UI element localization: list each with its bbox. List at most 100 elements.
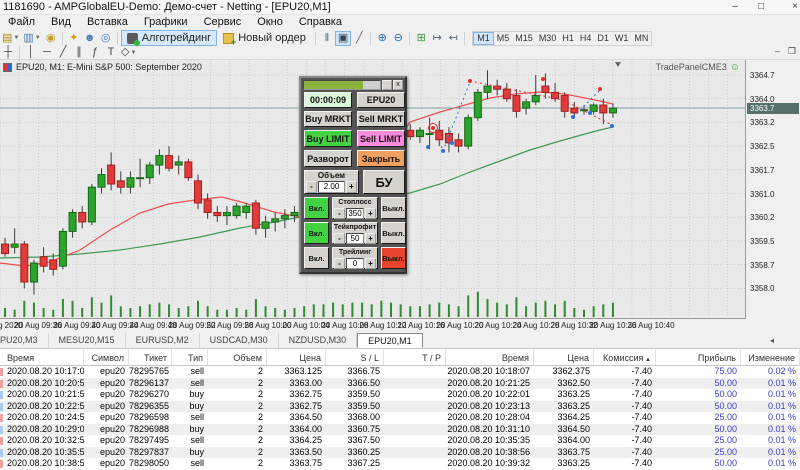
column-header[interactable]: Время	[0, 349, 84, 365]
takeprofit-plus-button[interactable]: +	[365, 233, 376, 244]
column-header[interactable]: Объем	[208, 349, 267, 365]
chart-restore-button[interactable]: ❐	[788, 46, 796, 57]
chart-tab-epu20-m1[interactable]: EPU20,M1	[357, 333, 423, 348]
bar-chart-icon[interactable]: ‖	[319, 31, 335, 46]
column-header[interactable]: Изменение	[741, 349, 800, 365]
time-axis[interactable]: 20 Aug 202020 Aug 09:3620 Aug 09:4020 Au…	[0, 320, 745, 333]
trade-row[interactable]: 2020.08.20 10:32:55 epu20 78297495 sell 2 336…	[0, 435, 800, 447]
trade-row[interactable]: 2020.08.20 10:17:01 epu20 78295765 sell 2 336…	[0, 366, 800, 378]
chart-tab-nzdusd-m30[interactable]: NZDUSD,M30	[279, 333, 358, 348]
menu-item[interactable]: Справка	[291, 15, 350, 30]
algo-trading-button[interactable]: Алготрейдинг	[120, 30, 218, 46]
trade-row[interactable]: 2020.08.20 10:38:59 epu20 78298050 sell 2 336…	[0, 458, 800, 470]
timeframe-button-m15[interactable]: M15	[512, 32, 536, 45]
deposit-icon[interactable]: ✦	[66, 31, 82, 46]
stoploss-plus-button[interactable]: +	[365, 208, 376, 219]
takeprofit-input[interactable]: 50	[346, 233, 364, 244]
zoom-in-icon[interactable]: ⊕	[374, 31, 390, 46]
minimize-button[interactable]: –	[722, 0, 748, 14]
chart-tab-usdcad-m30[interactable]: USDCAD,M30	[200, 333, 279, 348]
signals-icon[interactable]: ◎	[98, 31, 114, 46]
panel-close-button[interactable]: x	[393, 80, 403, 90]
column-header[interactable]: Цена	[534, 349, 594, 365]
trendline-icon[interactable]: ╱	[55, 45, 71, 60]
breakeven-button[interactable]: БУ	[363, 170, 405, 194]
panel-collapse-button[interactable]	[382, 80, 392, 90]
trailing-input[interactable]: 0	[346, 258, 364, 269]
volume-plus-button[interactable]: +	[346, 181, 357, 193]
close-position-button[interactable]: Закрыть	[357, 150, 405, 167]
trade-row[interactable]: 2020.08.20 10:29:00 epu20 78296988 buy 2 3364…	[0, 423, 800, 436]
menu-item[interactable]: Вид	[43, 15, 79, 30]
trade-row[interactable]: 2020.08.20 10:22:59 epu20 78296355 buy 2 3362…	[0, 400, 800, 413]
fibonacci-icon[interactable]: ƒ	[87, 45, 103, 60]
trade-row[interactable]: 2020.08.20 10:21:59 epu20 78296270 buy 2 3362…	[0, 389, 800, 401]
community-icon[interactable]: ☻	[82, 31, 98, 46]
trailing-off-button[interactable]: Выкл.	[381, 247, 406, 269]
stoploss-on-button[interactable]: Вкл.	[304, 197, 329, 219]
takeprofit-on-button[interactable]: Вкл.	[304, 222, 329, 244]
sell-limit-button[interactable]: Sell LIMIT	[357, 130, 405, 147]
text-icon[interactable]: T	[103, 45, 119, 60]
horizontal-line-icon[interactable]: ─	[39, 45, 55, 60]
maximize-button[interactable]: □	[748, 0, 774, 14]
equidistant-channel-icon[interactable]: ∥	[71, 45, 87, 60]
trade-panel[interactable]: x 00:00:09 EPU20 Buy MRKT Sell MRKT Buy …	[299, 76, 407, 274]
cursor-crosshair-icon[interactable]: ┼	[0, 45, 16, 60]
buy-limit-button[interactable]: Buy LIMIT	[304, 130, 352, 147]
volume-minus-button[interactable]: -	[306, 181, 317, 193]
symbol-button[interactable]: EPU20	[357, 92, 405, 108]
timeframe-button-m30[interactable]: M30	[536, 32, 560, 45]
new-order-button[interactable]: Новый ордер	[217, 30, 312, 47]
trailing-on-button[interactable]: Вкл.	[304, 247, 329, 269]
candle-chart-icon[interactable]: ▣	[334, 30, 352, 46]
chart-tab-epu20-m3[interactable]: EPU20,M3	[0, 333, 49, 348]
menu-item[interactable]: Окно	[249, 15, 291, 30]
ea-smiley-icon[interactable]: ☺	[730, 62, 740, 72]
timeframe-button-m5[interactable]: M5	[494, 32, 513, 45]
chart-minimize-button[interactable]: –	[775, 46, 780, 57]
timeframe-button-m1[interactable]: M1	[473, 31, 494, 45]
vertical-line-icon[interactable]: │	[23, 45, 39, 60]
trade-row[interactable]: 2020.08.20 10:20:59 epu20 78296137 sell 2 336…	[0, 377, 800, 390]
column-header[interactable]: Комиссия ▲	[594, 349, 656, 365]
column-header[interactable]: S / L	[326, 349, 384, 365]
market-watch-icon[interactable]: ◉	[43, 31, 59, 46]
column-header[interactable]: Тип	[172, 349, 208, 365]
auto-scroll-icon[interactable]: ↦	[429, 31, 445, 46]
tile-windows-icon[interactable]: ⊞	[413, 31, 429, 46]
trailing-minus-button[interactable]: -	[334, 258, 345, 269]
zoom-out-icon[interactable]: ⊖	[390, 31, 406, 46]
timeframe-button-w1[interactable]: W1	[612, 32, 632, 45]
chart-shift-icon[interactable]: ↤	[445, 31, 461, 46]
trade-panel-titlebar[interactable]: x	[303, 80, 403, 90]
shapes-icon[interactable]: ◇ ▼	[119, 45, 138, 60]
close-button[interactable]: ×	[782, 0, 800, 14]
buy-market-button[interactable]: Buy MRKT	[304, 111, 352, 127]
reverse-button[interactable]: Разворот	[304, 150, 352, 167]
takeprofit-off-button[interactable]: Выкл.	[381, 222, 406, 244]
price-axis[interactable]: 3364.7 3364.0 3363.2 3362.5 3361.7 3361.0 3360…	[745, 60, 800, 319]
chart-tab-mesu20-m15[interactable]: MESU20,M15	[49, 333, 126, 348]
trade-row[interactable]: 2020.08.20 10:24:59 epu20 78296598 sell 2 336…	[0, 412, 800, 424]
column-header[interactable]: Тикет	[129, 349, 172, 365]
stoploss-off-button[interactable]: Выкл.	[381, 197, 406, 219]
column-header[interactable]: Цена	[267, 349, 326, 365]
column-header[interactable]: Символ	[84, 349, 129, 365]
new-chart-icon[interactable]: ▤ ▼	[0, 31, 21, 46]
chart-tab-eurusd-m2[interactable]: EURUSD,M2	[126, 333, 200, 348]
timeframe-button-d1[interactable]: D1	[594, 32, 612, 45]
menu-item[interactable]: Графики	[136, 15, 196, 30]
menu-item[interactable]: Файл	[0, 15, 43, 30]
timeframe-button-h4[interactable]: H4	[577, 32, 595, 45]
line-chart-icon[interactable]: ╱	[351, 31, 367, 46]
timeframe-button-h1[interactable]: H1	[559, 32, 577, 45]
timeframe-button-mn[interactable]: MN	[631, 32, 651, 45]
chart-area[interactable]: EPU20, M1: E-Mini S&P 500: September 202…	[0, 60, 745, 319]
menu-item[interactable]: Вставка	[79, 15, 136, 30]
column-header[interactable]: T / P	[384, 349, 446, 365]
trade-row[interactable]: 2020.08.20 10:35:59 epu20 78297837 buy 2 3363…	[0, 446, 800, 459]
takeprofit-minus-button[interactable]: -	[334, 233, 345, 244]
trailing-plus-button[interactable]: +	[365, 258, 376, 269]
profiles-icon[interactable]: ▥ ▼	[21, 31, 42, 46]
